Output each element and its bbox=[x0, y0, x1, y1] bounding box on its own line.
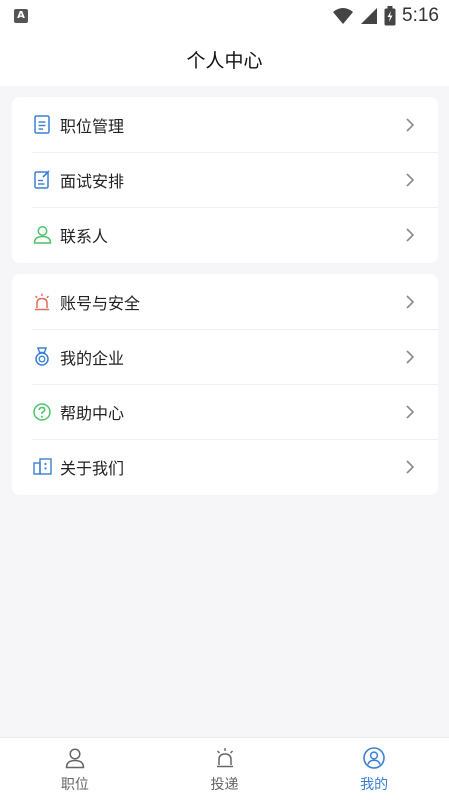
tab-label: 我的 bbox=[360, 777, 389, 793]
document-list-icon bbox=[32, 115, 52, 135]
chevron-right-icon bbox=[406, 117, 415, 132]
status-indicators: 5:16 bbox=[332, 5, 439, 27]
menu-item-label: 职位管理 bbox=[60, 116, 125, 136]
notification-icon: A bbox=[14, 9, 28, 23]
page-header: 个人中心 bbox=[0, 32, 449, 86]
tab-mine[interactable]: 我的 bbox=[299, 738, 449, 800]
menu-item-interview-schedule[interactable]: 面试安排 bbox=[12, 152, 438, 207]
tab-label: 投递 bbox=[210, 777, 239, 793]
wifi-icon bbox=[333, 8, 354, 24]
contact-person-icon bbox=[32, 225, 52, 245]
user-circle-icon bbox=[363, 747, 385, 769]
medal-icon bbox=[32, 347, 52, 367]
tab-jobs[interactable]: 职位 bbox=[0, 738, 150, 800]
menu-item-account-security[interactable]: 账号与安全 bbox=[12, 274, 438, 329]
note-edit-icon bbox=[32, 170, 52, 190]
chevron-right-icon bbox=[406, 404, 415, 419]
chevron-right-icon bbox=[406, 294, 415, 309]
menu-item-label: 面试安排 bbox=[60, 171, 125, 191]
chevron-right-icon bbox=[406, 172, 415, 187]
person-icon bbox=[65, 748, 85, 769]
menu-item-about-us[interactable]: 关于我们 bbox=[12, 439, 438, 494]
menu-item-job-management[interactable]: 职位管理 bbox=[12, 97, 438, 152]
menu-item-contacts[interactable]: 联系人 bbox=[12, 207, 438, 262]
help-circle-icon bbox=[32, 402, 52, 422]
menu-item-label: 账号与安全 bbox=[60, 293, 141, 313]
status-time: 5:16 bbox=[402, 5, 439, 26]
info-panel-icon bbox=[32, 457, 52, 477]
menu-item-label: 我的企业 bbox=[60, 348, 125, 368]
signal-icon bbox=[361, 8, 378, 24]
menu-item-label: 关于我们 bbox=[60, 458, 125, 478]
chevron-right-icon bbox=[406, 459, 415, 474]
alarm-light-icon bbox=[32, 292, 52, 312]
menu-item-label: 帮助中心 bbox=[60, 403, 125, 423]
status-bar: A 5:16 bbox=[0, 0, 449, 32]
alarm-light-icon bbox=[216, 748, 233, 768]
menu-item-help-center[interactable]: 帮助中心 bbox=[12, 384, 438, 439]
battery-charging-icon bbox=[384, 6, 396, 26]
menu-card-1: 职位管理 面试安排 联系人 bbox=[12, 97, 438, 263]
tab-label: 职位 bbox=[60, 777, 89, 793]
menu-card-2: 账号与安全 我的企业 帮助中心 关于我们 bbox=[12, 274, 438, 495]
tab-applications[interactable]: 投递 bbox=[150, 738, 300, 800]
page-title: 个人中心 bbox=[186, 49, 263, 72]
bottom-tab-bar: 职位 投递 我的 bbox=[0, 737, 449, 800]
menu-item-label: 联系人 bbox=[60, 226, 109, 246]
chevron-right-icon bbox=[406, 349, 415, 364]
menu-item-my-company[interactable]: 我的企业 bbox=[12, 329, 438, 384]
chevron-right-icon bbox=[406, 227, 415, 242]
